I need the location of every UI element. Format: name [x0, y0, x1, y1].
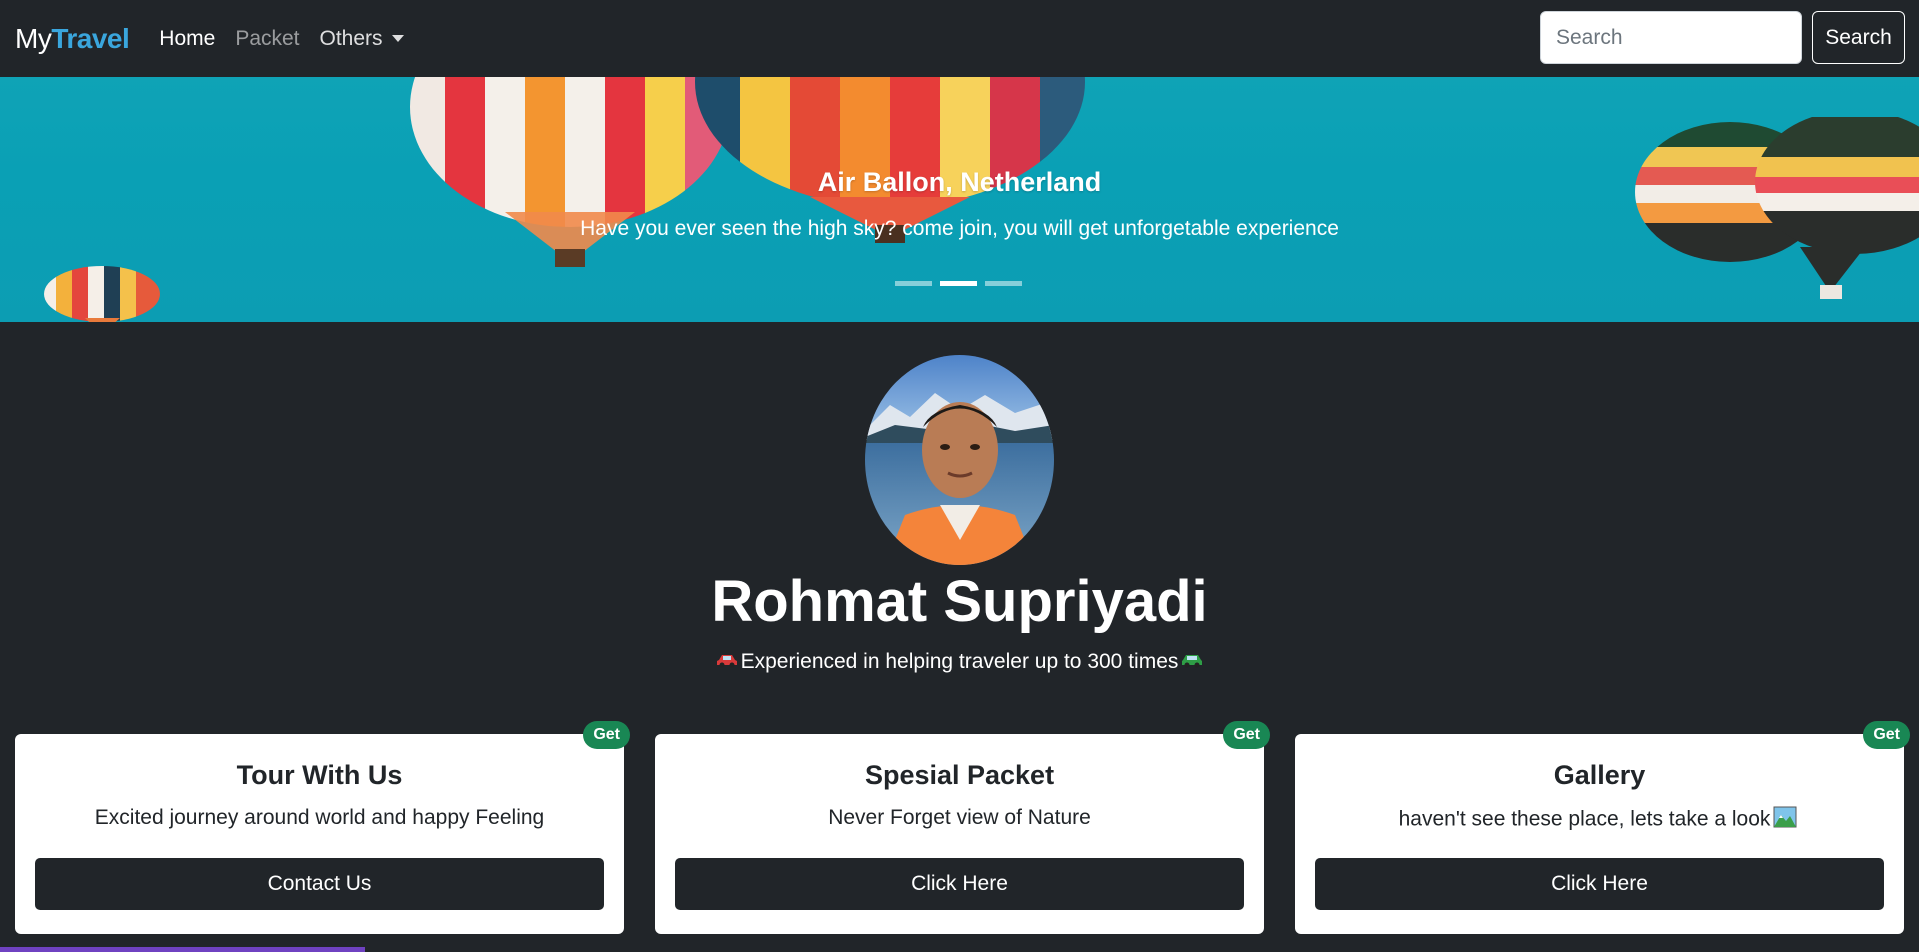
click-here-button[interactable]: Click Here — [1315, 858, 1884, 910]
nav-others-label: Others — [319, 26, 383, 50]
brand-accent: Travel — [51, 22, 130, 54]
nav-home[interactable]: Home — [159, 27, 215, 51]
carousel-indicator-3[interactable] — [985, 281, 1022, 286]
hero-carousel: Air Ballon, Netherland Have you ever see… — [0, 77, 1919, 322]
carousel-indicator-1[interactable] — [895, 281, 932, 286]
nav-others-dropdown[interactable]: Others — [320, 27, 404, 51]
balloon-image — [44, 266, 160, 322]
landscape-icon — [1773, 806, 1797, 834]
hero-subtitle: Have you ever seen the high sky? come jo… — [580, 217, 1339, 240]
get-badge: Get — [583, 721, 630, 749]
get-badge: Get — [1223, 721, 1270, 749]
card-text: haven't see these place, lets take a loo… — [1295, 806, 1904, 834]
brand-prefix: My — [15, 22, 52, 54]
navbar: MyTravel Home Packet Others Search — [0, 0, 1919, 77]
profile-description: Experienced in helping traveler up to 30… — [0, 650, 1919, 674]
card-gallery: Get Gallery haven't see these place, let… — [1295, 721, 1910, 934]
brand-logo[interactable]: MyTravel — [15, 22, 130, 55]
card-title: Tour With Us — [236, 760, 403, 790]
profile-name: Rohmat Supriyadi — [711, 569, 1208, 634]
carousel-indicators — [895, 281, 1022, 286]
jeep-icon — [1181, 650, 1203, 674]
profile-description-text: Experienced in helping traveler up to 30… — [740, 650, 1179, 673]
nav-packet[interactable]: Packet — [235, 27, 299, 51]
card-title: Gallery — [1553, 760, 1646, 790]
click-here-button[interactable]: Click Here — [675, 858, 1244, 910]
card-tour: Get Tour With Us Excited journey around … — [15, 721, 630, 934]
contact-us-button[interactable]: Contact Us — [35, 858, 604, 910]
card-text: Excited journey around world and happy F… — [94, 806, 545, 829]
card-title: Spesial Packet — [864, 760, 1055, 790]
search-button[interactable]: Search — [1812, 11, 1905, 64]
card-text-label: haven't see these place, lets take a loo… — [1398, 807, 1771, 831]
search-input[interactable] — [1540, 11, 1802, 64]
card-special-packet: Get Spesial Packet Never Forget view of … — [655, 721, 1270, 934]
hero-title: Air Ballon, Netherland — [817, 167, 1102, 197]
bottom-strip — [0, 947, 365, 952]
card-text: Never Forget view of Nature — [828, 806, 1091, 829]
caret-down-icon — [391, 35, 404, 42]
carousel-indicator-2[interactable] — [940, 281, 977, 286]
get-badge: Get — [1863, 721, 1910, 749]
profile-avatar — [865, 355, 1054, 565]
car-icon — [716, 650, 738, 674]
